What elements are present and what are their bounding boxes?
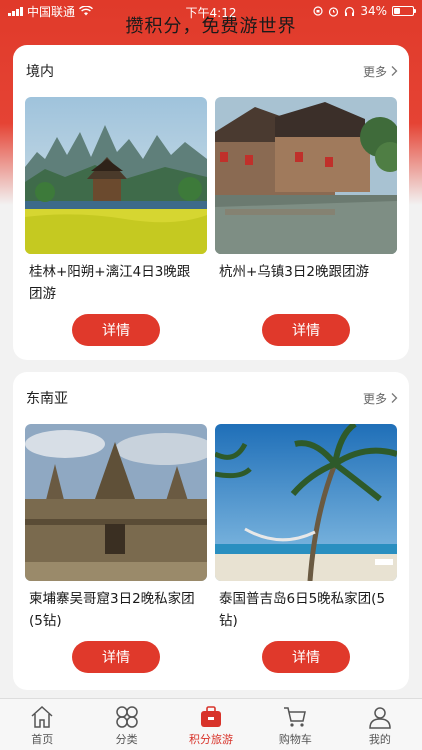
section-title: 东南亚	[26, 391, 68, 407]
person-icon	[369, 707, 391, 729]
tab-category[interactable]: 分类	[84, 699, 168, 750]
tab-points-travel[interactable]: 积分旅游	[169, 699, 253, 750]
page-title: 攒积分，免费游世界	[125, 16, 297, 37]
section-southeast-asia: 东南亚 更多 柬埔寨吴哥窟3日2晚私家团(5钻) 详情 泰国普吉岛6日5晚私家团…	[13, 372, 409, 690]
section-domestic: 境内 更多 桂林+阳朔+漓江4日3晚跟团游 详情 杭州+乌镇3日2晚跟团游 详情	[13, 45, 409, 360]
wuzhen-water-town-image[interactable]	[215, 97, 397, 254]
phuket-beach-image[interactable]	[215, 424, 397, 581]
detail-button[interactable]: 详情	[72, 641, 160, 673]
detail-button[interactable]: 详情	[262, 641, 350, 673]
angkor-wat-image[interactable]	[25, 424, 207, 581]
grid-icon	[115, 706, 138, 728]
product-card[interactable]: 泰国普吉岛6日5晚私家团(5钻) 详情	[215, 424, 397, 673]
more-label: 更多	[362, 391, 387, 406]
tab-label: 积分旅游	[189, 733, 234, 746]
tab-label: 首页	[31, 733, 54, 746]
more-label: 更多	[362, 64, 387, 79]
product-card[interactable]: 柬埔寨吴哥窟3日2晚私家团(5钻) 详情	[25, 424, 207, 673]
chevron-right-icon	[391, 393, 398, 403]
tab-cart[interactable]: 购物车	[253, 699, 337, 750]
tab-home[interactable]: 首页	[0, 699, 84, 750]
tab-label: 购物车	[278, 733, 312, 746]
product-card[interactable]: 桂林+阳朔+漓江4日3晚跟团游 详情	[25, 97, 207, 346]
guilin-landscape-image[interactable]	[25, 97, 207, 254]
product-name: 柬埔寨吴哥窟3日2晚私家团(5钻)	[29, 591, 195, 629]
detail-button[interactable]: 详情	[262, 314, 350, 346]
suitcase-icon	[201, 706, 222, 727]
product-card[interactable]: 杭州+乌镇3日2晚跟团游 详情	[215, 97, 397, 346]
more-link[interactable]: 更多	[363, 390, 399, 407]
more-link[interactable]: 更多	[363, 63, 399, 80]
tab-bar: 首页 分类 积分旅游 购物车 我的	[0, 698, 422, 750]
tab-label: 分类	[115, 733, 138, 746]
detail-button[interactable]: 详情	[72, 314, 160, 346]
cart-icon	[284, 707, 307, 727]
product-name: 桂林+阳朔+漓江4日3晚跟团游	[29, 264, 191, 302]
chevron-right-icon	[391, 66, 398, 76]
tab-label: 我的	[368, 733, 391, 746]
home-icon	[31, 705, 53, 728]
section-title: 境内	[26, 64, 54, 80]
product-name: 泰国普吉岛6日5晚私家团(5钻)	[219, 591, 386, 629]
tab-profile[interactable]: 我的	[338, 699, 422, 750]
product-name: 杭州+乌镇3日2晚跟团游	[219, 264, 369, 280]
